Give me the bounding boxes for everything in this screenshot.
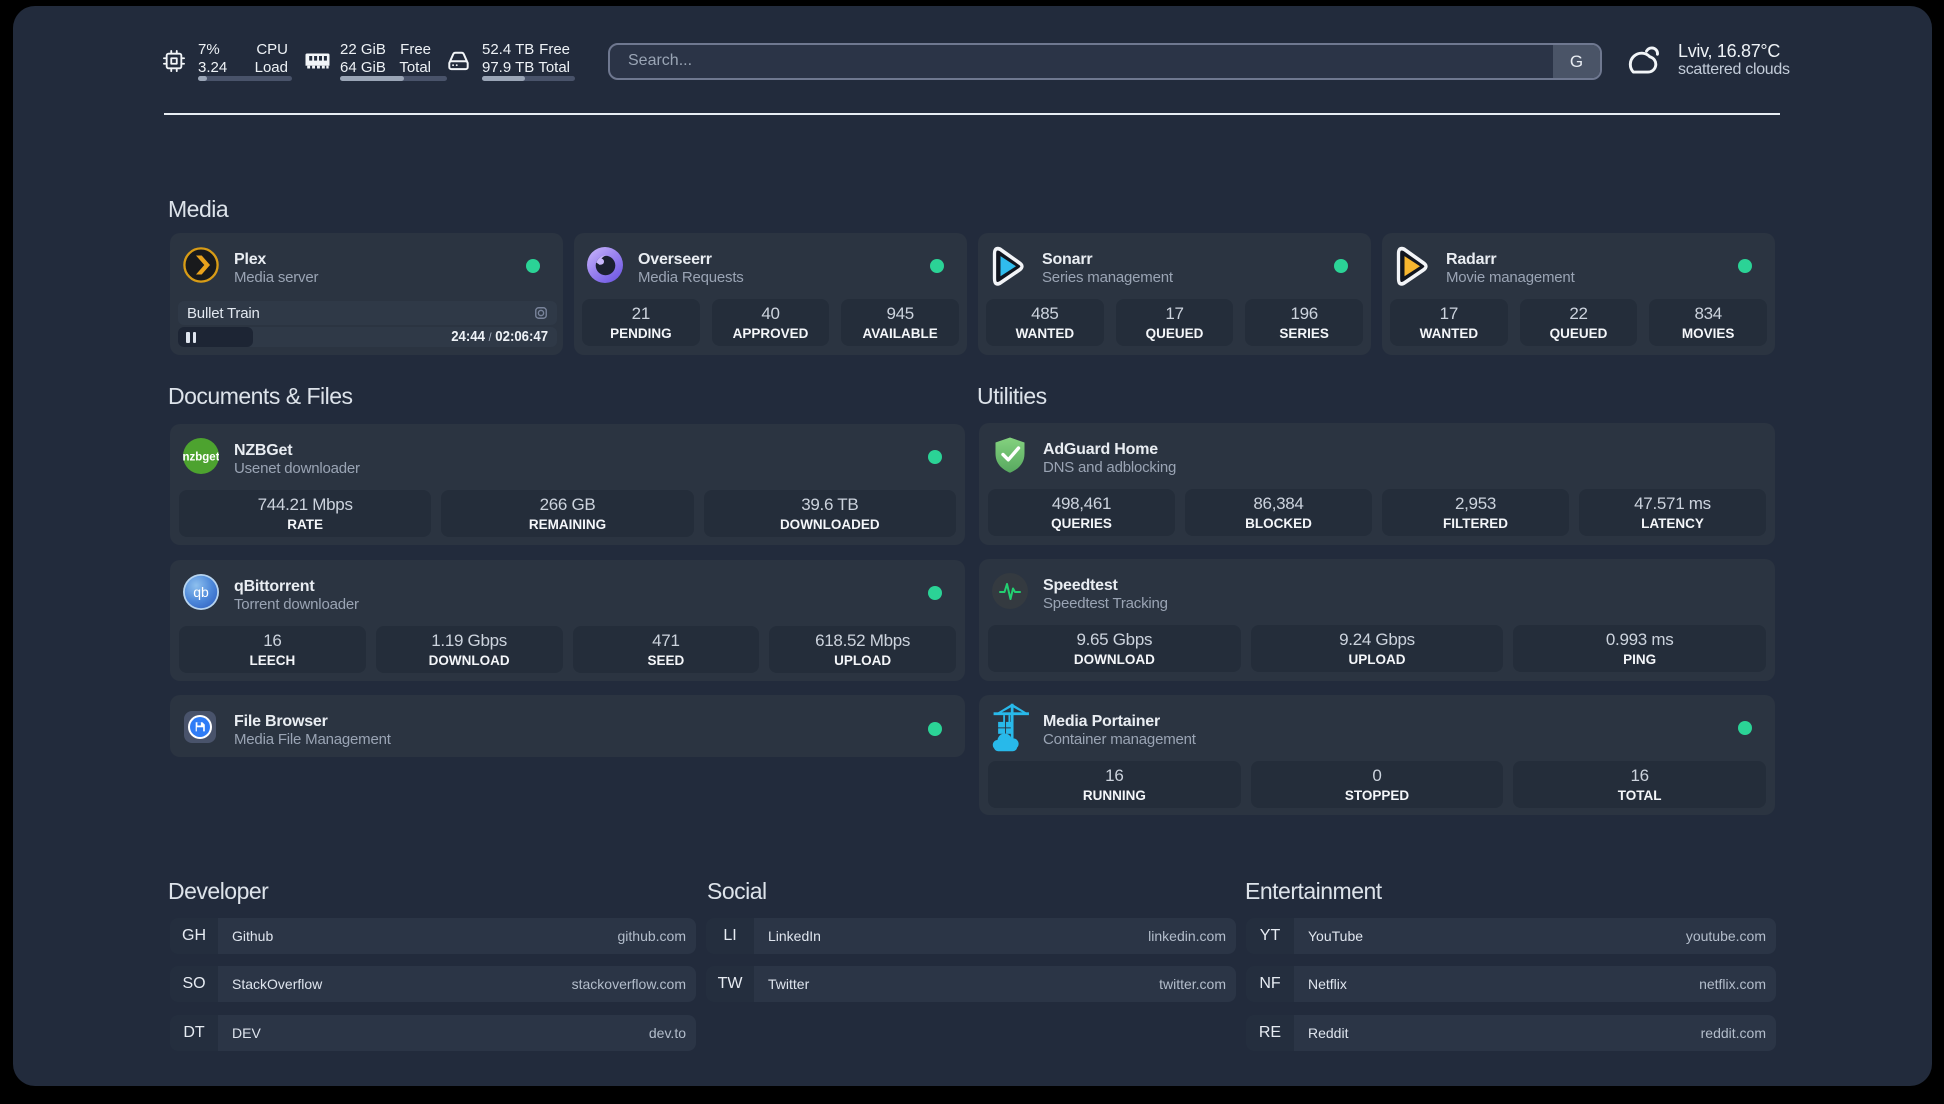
svg-text:nzbget: nzbget (183, 452, 219, 464)
svg-text:qb: qb (193, 584, 209, 600)
